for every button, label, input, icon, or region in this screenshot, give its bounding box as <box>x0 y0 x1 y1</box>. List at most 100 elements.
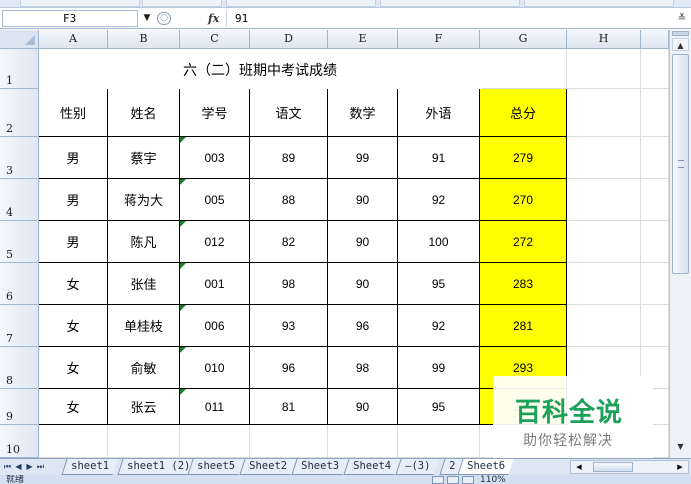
table-cell[interactable]: 张云 <box>108 389 180 425</box>
formula-input[interactable]: 91 <box>226 10 676 27</box>
table-header-cell[interactable]: 性别 <box>39 89 108 137</box>
row-header-8[interactable]: 8 <box>0 347 39 389</box>
table-cell[interactable]: 男 <box>39 137 108 179</box>
table-cell[interactable]: 81 <box>250 389 328 425</box>
table-cell[interactable]: 蔡宇 <box>108 137 180 179</box>
sheet-tab[interactable]: Sheet4 <box>343 459 400 475</box>
table-cell[interactable]: 男 <box>39 221 108 263</box>
column-header-b[interactable]: B <box>108 30 180 49</box>
insert-function-button[interactable]: fx <box>208 10 226 27</box>
table-cell[interactable]: 俞敏 <box>108 347 180 389</box>
table-cell[interactable]: 96 <box>250 347 328 389</box>
vertical-scroll-thumb[interactable] <box>672 54 689 274</box>
first-sheet-icon[interactable]: ⏮ <box>2 460 13 474</box>
table-cell[interactable]: 蒋为大 <box>108 179 180 221</box>
row-header-10[interactable]: 10 <box>0 425 39 458</box>
column-header-h[interactable]: H <box>567 30 641 49</box>
table-cell[interactable]: 95 <box>398 389 480 425</box>
name-box[interactable]: F3 <box>2 10 138 27</box>
table-header-cell[interactable]: 语文 <box>250 89 328 137</box>
column-header-c[interactable]: C <box>180 30 250 49</box>
table-cell[interactable]: 男 <box>39 179 108 221</box>
next-sheet-icon[interactable]: ▶ <box>24 460 35 474</box>
row-header-4[interactable]: 4 <box>0 179 39 221</box>
name-box-dropdown-icon[interactable]: ▼ <box>141 11 153 26</box>
table-cell[interactable]: 82 <box>250 221 328 263</box>
table-cell[interactable]: 89 <box>250 137 328 179</box>
table-cell[interactable]: 90 <box>328 221 398 263</box>
table-cell[interactable]: 女 <box>39 347 108 389</box>
table-cell[interactable]: 88 <box>250 179 328 221</box>
sheet-tab[interactable]: sheet1 <box>61 459 118 475</box>
page-layout-view-icon[interactable] <box>447 476 459 484</box>
table-cell[interactable]: 93 <box>250 305 328 347</box>
split-handle[interactable] <box>672 31 689 36</box>
row-header-9[interactable]: 9 <box>0 389 39 425</box>
table-header-cell[interactable]: 学号 <box>180 89 250 137</box>
table-cell[interactable]: 90 <box>328 179 398 221</box>
column-header-e[interactable]: E <box>328 30 398 49</box>
last-sheet-icon[interactable]: ⏭ <box>35 460 46 474</box>
column-header-g[interactable]: G <box>480 30 567 49</box>
table-cell[interactable]: 272 <box>480 221 567 263</box>
table-cell[interactable]: 91 <box>398 137 480 179</box>
table-header-cell[interactable]: 姓名 <box>108 89 180 137</box>
prev-sheet-icon[interactable]: ◀ <box>13 460 24 474</box>
column-header-d[interactable]: D <box>250 30 328 49</box>
row-header-1[interactable]: 1 <box>0 49 39 89</box>
sheet-tab[interactable]: Sheet3 <box>291 459 348 475</box>
table-cell[interactable]: 90 <box>328 389 398 425</box>
table-cell[interactable]: 90 <box>328 263 398 305</box>
horizontal-scrollbar[interactable]: ◀ ▶ <box>570 460 689 474</box>
vertical-scrollbar[interactable]: ▲ ▼ <box>669 30 691 458</box>
row-header-5[interactable]: 5 <box>0 221 39 263</box>
sheet-tab[interactable]: sheet5 <box>187 459 244 475</box>
table-cell[interactable]: 005 <box>180 179 250 221</box>
sheet-tab[interactable]: —(3) <box>395 459 439 475</box>
table-cell[interactable]: 98 <box>328 347 398 389</box>
table-header-cell[interactable]: 总分 <box>480 89 567 137</box>
table-cell[interactable]: 99 <box>398 347 480 389</box>
table-header-cell[interactable]: 数学 <box>328 89 398 137</box>
cancel-circle-icon[interactable]: ○ <box>157 12 171 25</box>
table-cell[interactable]: 女 <box>39 389 108 425</box>
table-cell[interactable]: 279 <box>480 137 567 179</box>
scroll-left-icon[interactable]: ◀ <box>573 461 585 473</box>
table-cell[interactable]: 011 <box>180 389 250 425</box>
table-cell[interactable]: 001 <box>180 263 250 305</box>
scroll-down-icon[interactable]: ▼ <box>672 440 689 454</box>
row-header-6[interactable]: 6 <box>0 263 39 305</box>
row-header-2[interactable]: 2 <box>0 89 39 137</box>
table-cell[interactable]: 98 <box>250 263 328 305</box>
table-cell[interactable]: 92 <box>398 305 480 347</box>
table-cell[interactable]: 270 <box>480 179 567 221</box>
column-header-a[interactable]: A <box>39 30 108 49</box>
table-cell[interactable]: 陈凡 <box>108 221 180 263</box>
table-cell[interactable]: 92 <box>398 179 480 221</box>
table-cell[interactable]: 女 <box>39 305 108 347</box>
table-cell[interactable]: 012 <box>180 221 250 263</box>
row-header-3[interactable]: 3 <box>0 137 39 179</box>
table-cell[interactable]: 女 <box>39 263 108 305</box>
select-all-button[interactable] <box>0 30 39 49</box>
horizontal-scroll-thumb[interactable] <box>593 462 633 472</box>
sheet-title[interactable]: 六（二）班期中考试成绩 <box>39 49 481 89</box>
table-cell[interactable]: 006 <box>180 305 250 347</box>
table-cell[interactable]: 单桂枝 <box>108 305 180 347</box>
table-cell[interactable]: 100 <box>398 221 480 263</box>
table-cell[interactable]: 283 <box>480 263 567 305</box>
chevron-double-down-icon[interactable]: ≚ <box>675 11 689 26</box>
table-cell[interactable]: 张佳 <box>108 263 180 305</box>
table-cell[interactable]: 99 <box>328 137 398 179</box>
scroll-right-icon[interactable]: ▶ <box>674 461 686 473</box>
table-cell[interactable]: 96 <box>328 305 398 347</box>
sheet-tab[interactable]: Sheet6 <box>457 459 514 475</box>
table-cell[interactable]: 95 <box>398 263 480 305</box>
table-cell[interactable]: 010 <box>180 347 250 389</box>
sheet-tab[interactable]: sheet1 (2) <box>117 459 199 475</box>
column-header-f[interactable]: F <box>398 30 480 49</box>
row-header-7[interactable]: 7 <box>0 305 39 347</box>
sheet-tab[interactable]: Sheet2 <box>239 459 296 475</box>
zoom-level[interactable]: 110% <box>480 475 506 484</box>
page-break-view-icon[interactable] <box>462 476 474 484</box>
